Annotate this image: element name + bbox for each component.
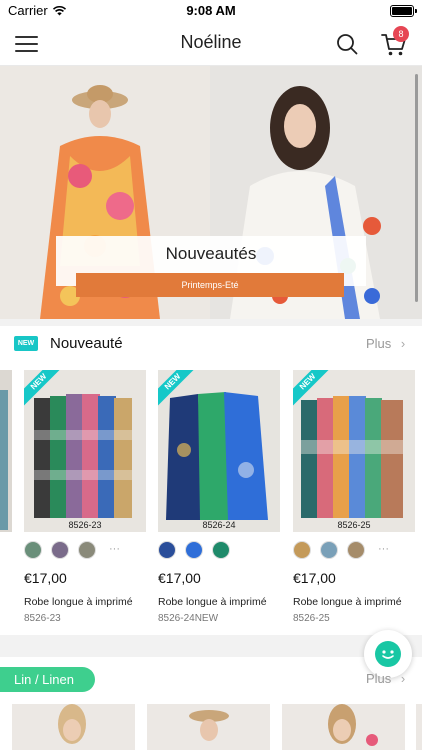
product-image: NEW 8526-23: [24, 370, 146, 532]
color-swatches: [158, 541, 280, 561]
product-sku: 8526-23: [24, 613, 61, 624]
color-swatch[interactable]: [347, 541, 365, 559]
product-card[interactable]: NEW 8526-24 €17,00 Robe longue à imprimé…: [158, 364, 280, 635]
product-image-code: 8526-24: [202, 520, 236, 530]
color-swatch[interactable]: [158, 541, 176, 559]
more-label: Plus: [366, 336, 392, 351]
product-price: €17,00: [293, 570, 336, 586]
color-swatch[interactable]: [185, 541, 203, 559]
new-badge: NEW: [14, 336, 38, 351]
product-sku: 8526-25: [293, 613, 330, 624]
product-image: NEW 8526-25: [293, 370, 415, 532]
chevron-right-icon: ›: [400, 336, 406, 351]
product-sku: 8526-24NEW: [158, 613, 219, 624]
status-time: 9:08 AM: [186, 3, 236, 18]
product-price: €17,00: [24, 570, 67, 586]
product-name[interactable]: Robe longue à imprimé: [24, 596, 133, 608]
product-price: €17,00: [158, 570, 201, 586]
product-image-code: 8526-23: [68, 520, 102, 530]
color-swatch[interactable]: [293, 541, 311, 559]
more-link-new[interactable]: Plus ›: [366, 336, 405, 351]
status-bar: Carrier 9:08 AM: [0, 0, 422, 22]
section-divider: [0, 319, 422, 326]
color-swatch[interactable]: [24, 541, 42, 559]
product-name[interactable]: Robe longue à imprimé: [293, 596, 402, 608]
product-image: [0, 370, 12, 532]
color-swatch[interactable]: [51, 541, 69, 559]
product-image-code: 8526-25: [337, 520, 371, 530]
banner-scrollbar[interactable]: [415, 74, 418, 302]
more-label: Plus: [366, 671, 392, 686]
linen-product-image[interactable]: [147, 704, 270, 750]
color-swatches: ···: [24, 541, 146, 561]
color-swatches: ···: [293, 541, 415, 561]
linen-product-image[interactable]: [416, 704, 422, 750]
product-card[interactable]: NEW 8526-25 ··· €17,00 Robe longue à imp…: [293, 364, 415, 635]
color-swatch[interactable]: [212, 541, 230, 559]
nav-bar: Noéline 8: [0, 22, 422, 66]
section-title-linen: Lin / Linen: [0, 667, 95, 692]
linen-product-image[interactable]: [12, 704, 135, 750]
section-title-new: Nouveauté: [50, 335, 123, 352]
section-divider: [0, 635, 422, 657]
linen-carousel[interactable]: [0, 704, 422, 750]
more-colors-icon[interactable]: ···: [378, 543, 389, 555]
color-swatch[interactable]: [320, 541, 338, 559]
product-card-partial[interactable]: [0, 364, 12, 635]
banner-title: Nouveautés: [165, 244, 257, 263]
section-header-new: NEW Nouveauté Plus ›: [0, 326, 422, 364]
product-image: NEW 8526-24: [158, 370, 280, 532]
product-name[interactable]: Robe longue à imprimé: [158, 596, 267, 608]
battery-icon: [390, 5, 417, 17]
color-swatch[interactable]: [78, 541, 96, 559]
chevron-right-icon: ›: [400, 671, 406, 686]
cart-count-badge: 8: [393, 26, 409, 42]
more-colors-icon[interactable]: ···: [109, 543, 120, 555]
chat-icon: [375, 641, 401, 667]
more-link-linen[interactable]: Plus ›: [366, 671, 405, 686]
app-title: Noéline: [180, 32, 242, 52]
product-carousel[interactable]: NEW 8526-23 ··· €17,00 Robe longue à imp…: [0, 364, 422, 635]
banner-season-button[interactable]: Printemps-Eté: [76, 273, 344, 297]
linen-product-image[interactable]: [282, 704, 405, 750]
product-card[interactable]: NEW 8526-23 ··· €17,00 Robe longue à imp…: [24, 364, 146, 635]
search-icon[interactable]: [336, 33, 358, 55]
